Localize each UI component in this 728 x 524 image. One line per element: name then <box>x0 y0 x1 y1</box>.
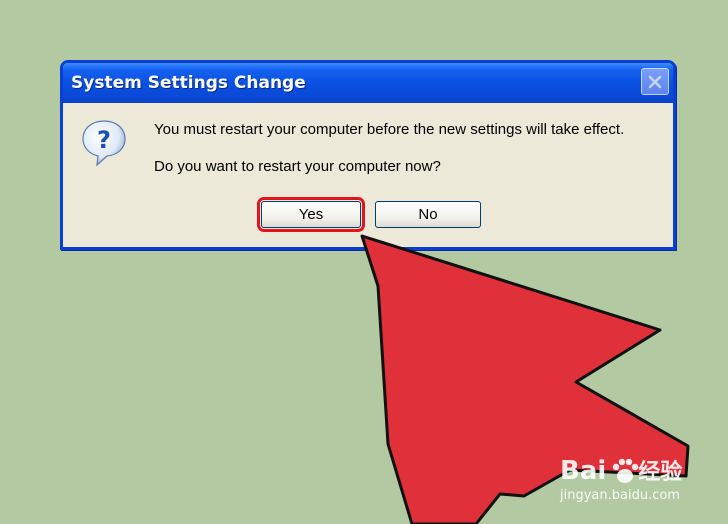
dialog-body: ? You must restart your computer before … <box>63 103 673 247</box>
watermark-url: jingyan.baidu.com <box>560 488 680 503</box>
restart-question: Do you want to restart your computer now… <box>154 158 441 175</box>
dialog-titlebar[interactable]: System Settings Change <box>63 63 673 103</box>
question-icon: ? <box>82 120 126 167</box>
close-icon <box>648 75 662 88</box>
dialog-title: System Settings Change <box>71 73 306 93</box>
system-settings-change-dialog: System Settings Change ? You must restar… <box>60 60 676 250</box>
baidu-watermark: Bai 经验 jingyan.baidu.com <box>560 454 720 514</box>
no-button[interactable]: No <box>375 201 481 228</box>
close-button[interactable] <box>641 68 669 95</box>
restart-message: You must restart your computer before th… <box>154 121 625 138</box>
svg-text:?: ? <box>97 126 111 154</box>
yes-button[interactable]: Yes <box>257 197 365 232</box>
paw-icon <box>612 458 639 483</box>
